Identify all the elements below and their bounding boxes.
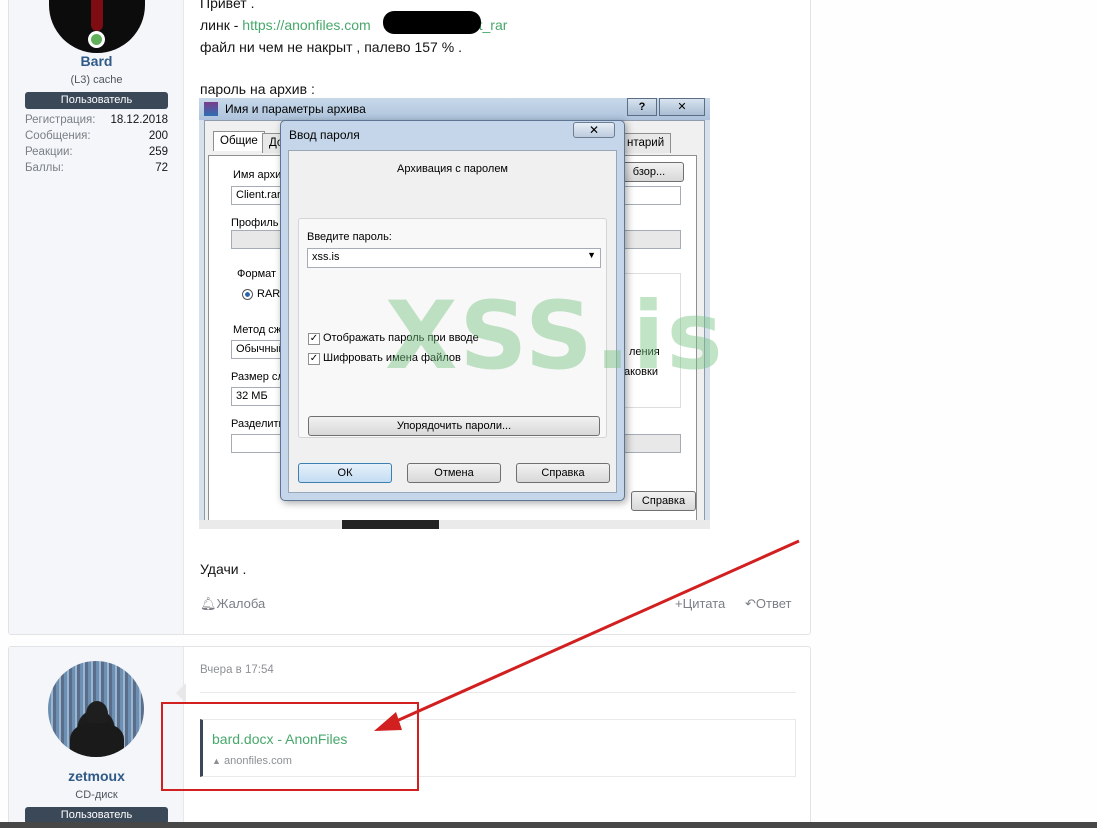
red-arrow-annotation <box>374 539 800 731</box>
red-arrow-head <box>374 712 402 731</box>
bottom-bar <box>0 822 1097 828</box>
red-arrow-line <box>391 539 800 725</box>
